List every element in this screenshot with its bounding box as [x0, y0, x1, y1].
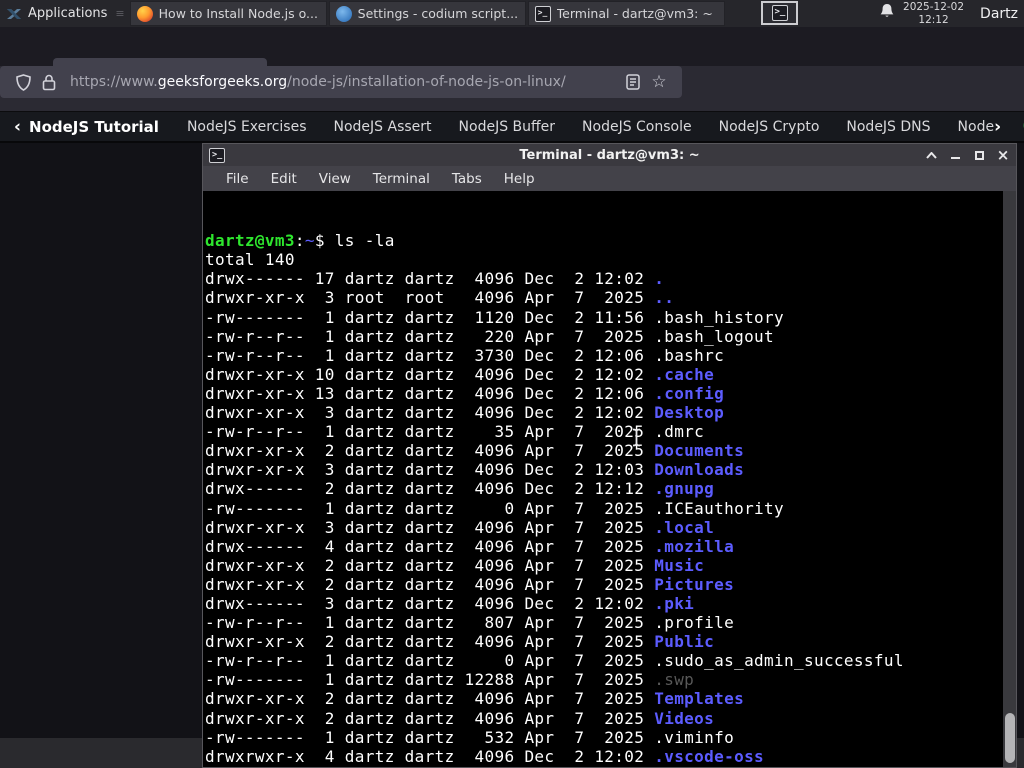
terminal-menubar: File Edit View Terminal Tabs Help: [203, 166, 1016, 191]
nav-link-dns[interactable]: NodeJS DNS: [846, 119, 930, 135]
nav-more-chevron-icon[interactable]: ›: [994, 117, 1001, 137]
bookmark-star-icon[interactable]: ☆: [646, 69, 672, 95]
terminal-line: drwxr-xr-x 2 dartz dartz 4096 Apr 7 2025…: [205, 708, 715, 728]
terminal-line: -rw-r--r-- 1 dartz dartz 220 Apr 7 2025 …: [205, 326, 775, 346]
site-nav-bar: ‹ NodeJS Tutorial NodeJS Exercises NodeJ…: [0, 112, 1024, 143]
nav-link-tutorial[interactable]: NodeJS Tutorial: [29, 118, 159, 136]
terminal-line: -rw------- 1 dartz dartz 532 Apr 7 2025 …: [205, 727, 735, 747]
distro-logo-icon: [6, 6, 22, 22]
menu-tabs[interactable]: Tabs: [441, 171, 493, 187]
menu-help[interactable]: Help: [493, 171, 546, 187]
nav-link-console[interactable]: NodeJS Console: [582, 119, 692, 135]
url-text: https://www.geeksforgeeks.org/node-js/in…: [70, 74, 566, 90]
terminal-line: -rw-r--r-- 1 dartz dartz 35 Apr 7 2025 .…: [205, 422, 705, 442]
terminal-line: drwxr-xr-x 10 dartz dartz 4096 Dec 2 12:…: [205, 364, 715, 384]
terminal-line: drwx------ 17 dartz dartz 4096 Dec 2 12:…: [205, 269, 665, 289]
tracking-shield-icon[interactable]: [10, 69, 36, 95]
terminal-window: >_ Terminal - dartz@vm3: ~ × File Edit V…: [202, 143, 1017, 768]
clock-date: 2025-12-02: [903, 1, 965, 14]
terminal-line: drwxr-xr-x 3 dartz dartz 4096 Dec 2 12:0…: [205, 460, 745, 480]
terminal-line: drwxr-xr-x 2 dartz dartz 4096 Apr 7 2025…: [205, 632, 715, 652]
taskbar-window-codium[interactable]: Settings - codium script...: [328, 1, 526, 26]
menu-view[interactable]: View: [308, 171, 362, 187]
lock-icon[interactable]: [36, 69, 62, 95]
nav-back-chevron-icon[interactable]: ‹: [14, 117, 21, 137]
applications-label: Applications: [28, 6, 108, 21]
browser-toolbar: ← → https://www.geeksforgeeks.org/node-j…: [0, 66, 1024, 167]
url-bar[interactable]: https://www.geeksforgeeks.org/node-js/in…: [0, 66, 682, 98]
terminal-line: -rw-r--r-- 1 dartz dartz 3730 Dec 2 12:0…: [205, 345, 725, 365]
terminal-line: drwx------ 3 dartz dartz 4096 Dec 2 12:0…: [205, 593, 695, 613]
terminal-line: -rw-r--r-- 1 dartz dartz 807 Apr 7 2025 …: [205, 613, 735, 633]
terminal-line: total 140: [205, 250, 295, 270]
notification-bell-icon[interactable]: [879, 3, 895, 24]
terminal-line: drwxr-xr-x 3 dartz dartz 4096 Dec 2 12:0…: [205, 403, 725, 423]
terminal-scrollbar-thumb[interactable]: [1004, 713, 1015, 763]
nav-link-truncated[interactable]: Node: [958, 119, 995, 135]
panel-tray: 2025-12-02 12:12 Dartz: [879, 0, 1024, 27]
menu-edit[interactable]: Edit: [260, 171, 308, 187]
terminal-line: -rw------- 1 dartz dartz 48 Dec 2 10:39 …: [205, 766, 1015, 767]
terminal-titlebar[interactable]: >_ Terminal - dartz@vm3: ~ ×: [203, 144, 1016, 166]
nav-link-exercises[interactable]: NodeJS Exercises: [187, 119, 307, 135]
terminal-line: drwx------ 4 dartz dartz 4096 Apr 7 2025…: [205, 536, 735, 556]
browser-tab-bar: G How to Install Node.js on × + ×: [0, 27, 1024, 90]
terminal-line: drwx------ 2 dartz dartz 4096 Dec 2 12:1…: [205, 479, 715, 499]
terminal-minimize-button[interactable]: [948, 148, 962, 162]
terminal-line: dartz@vm3:~$ ls -la: [205, 231, 395, 251]
terminal-line: drwxr-xr-x 2 dartz dartz 4096 Apr 7 2025…: [205, 689, 745, 709]
terminal-line: drwxr-xr-x 3 dartz dartz 4096 Apr 7 2025…: [205, 517, 715, 537]
terminal-output: dartz@vm3:~$ ls -la total 140 drwx------ 1…: [204, 191, 1015, 767]
terminal-line: drwxr-xr-x 3 root root 4096 Apr 7 2025 .…: [205, 288, 675, 308]
firefox-icon: [136, 5, 153, 22]
terminal-maximize-button[interactable]: [972, 148, 986, 162]
terminal-line: drwxr-xr-x 2 dartz dartz 4096 Apr 7 2025…: [205, 441, 745, 461]
terminal-title: Terminal - dartz@vm3: ~: [519, 147, 700, 163]
terminal-shade-button[interactable]: [924, 148, 938, 162]
nav-link-buffer[interactable]: NodeJS Buffer: [459, 119, 556, 135]
panel-clock[interactable]: 2025-12-02 12:12: [903, 1, 964, 25]
terminal-icon: >_: [771, 5, 788, 21]
reader-view-icon[interactable]: [620, 69, 646, 95]
nav-link-assert[interactable]: NodeJS Assert: [334, 119, 432, 135]
terminal-icon: >_: [209, 147, 225, 163]
terminal-scrollbar[interactable]: [1003, 191, 1016, 767]
terminal-line: -rw------- 1 dartz dartz 0 Apr 7 2025 .I…: [205, 498, 785, 518]
taskbar-window-terminal[interactable]: >_ Terminal - dartz@vm3: ~: [527, 1, 725, 26]
nav-link-crypto[interactable]: NodeJS Crypto: [719, 119, 820, 135]
focused-window-iconbox[interactable]: >_: [761, 1, 798, 25]
terminal-line: drwxrwxr-x 4 dartz dartz 4096 Dec 2 12:0…: [205, 746, 765, 766]
terminal-close-button[interactable]: ×: [996, 146, 1010, 164]
terminal-line: drwxr-xr-x 13 dartz dartz 4096 Dec 2 12:…: [205, 383, 725, 403]
panel-grip: ≡: [115, 7, 124, 20]
codium-icon: [335, 5, 352, 22]
terminal-icon: >_: [534, 5, 551, 22]
mouse-cursor-ibeam: [630, 428, 643, 451]
applications-menu-button[interactable]: Applications: [0, 0, 115, 27]
terminal-line: drwxr-xr-x 2 dartz dartz 4096 Apr 7 2025…: [205, 555, 705, 575]
menu-terminal[interactable]: Terminal: [362, 171, 441, 187]
top-panel: Applications ≡ How to Install Node.js o.…: [0, 0, 1024, 27]
clock-time: 12:12: [918, 13, 949, 26]
terminal-line: drwxr-xr-x 2 dartz dartz 4096 Apr 7 2025…: [205, 574, 735, 594]
taskbar-window-firefox[interactable]: How to Install Node.js o...: [129, 1, 327, 26]
menu-file[interactable]: File: [215, 171, 260, 187]
terminal-line: -rw-r--r-- 1 dartz dartz 0 Apr 7 2025 .s…: [205, 651, 904, 671]
terminal-line: -rw------- 1 dartz dartz 1120 Dec 2 11:5…: [205, 307, 785, 327]
terminal-line: -rw------- 1 dartz dartz 12288 Apr 7 202…: [205, 670, 695, 690]
panel-user-label: Dartz: [980, 5, 1018, 22]
